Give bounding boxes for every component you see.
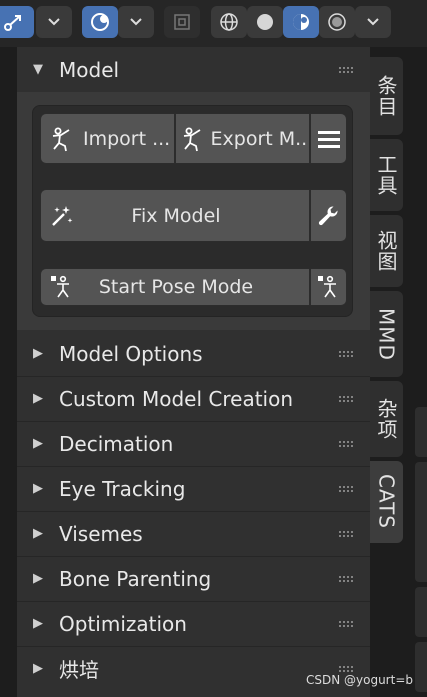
solid-shading-button[interactable] — [247, 6, 283, 38]
section-label: Eye Tracking — [59, 476, 186, 501]
mode-dropdown[interactable] — [36, 6, 72, 38]
start-pose-mode-button[interactable]: Start Pose Mode — [40, 268, 310, 306]
drag-grip-icon[interactable] — [338, 440, 354, 448]
export-model-button[interactable]: Export M... — [175, 113, 310, 164]
start-pose-mode-label: Start Pose Mode — [98, 276, 254, 298]
section-bone-parenting[interactable]: ▶ Bone Parenting — [17, 556, 370, 601]
cats-sidebar-panel: ▼ Model Import ... Export M... Fix Model… — [17, 47, 370, 697]
expand-arrow-right-icon: ▶ — [33, 661, 43, 676]
xray-icon — [174, 14, 190, 30]
tab-view[interactable]: 视图 — [370, 215, 403, 287]
import-model-button[interactable]: Import ... — [40, 113, 175, 164]
drag-grip-icon[interactable] — [338, 620, 354, 628]
viewport-right-edge — [408, 47, 427, 697]
tab-label: 杂项 — [374, 398, 398, 440]
solid-sphere-icon — [257, 14, 273, 30]
expand-arrow-right-icon: ▶ — [33, 346, 43, 361]
collapse-arrow-down-icon: ▼ — [33, 62, 43, 77]
overlay-toggle-button[interactable] — [82, 6, 118, 38]
section-label: Optimization — [59, 611, 187, 636]
drag-grip-icon[interactable] — [338, 575, 354, 583]
drag-grip-icon[interactable] — [338, 395, 354, 403]
model-panel-title: Model — [59, 57, 120, 82]
model-panel-header[interactable]: ▼ Model — [17, 47, 370, 92]
section-label: Decimation — [59, 431, 174, 456]
drag-grip-icon[interactable] — [338, 530, 354, 538]
tab-label: MMD — [374, 307, 399, 361]
side-region-edge — [415, 462, 427, 582]
sidebar-tabs: 条目 工具 视图 MMD 杂项 CATS — [370, 47, 408, 697]
chevron-down-icon — [367, 18, 379, 26]
bone-mode-button[interactable] — [0, 6, 34, 38]
drag-grip-icon[interactable] — [338, 665, 354, 673]
chevron-down-icon — [130, 18, 142, 26]
fix-model-label: Fix Model — [131, 204, 221, 227]
tab-label: 视图 — [374, 230, 398, 272]
tab-mmd[interactable]: MMD — [370, 291, 403, 377]
tab-misc[interactable]: 杂项 — [370, 381, 403, 457]
wrench-icon — [318, 205, 338, 225]
tab-label: CATS — [374, 474, 399, 530]
rendered-shading-button[interactable] — [319, 6, 355, 38]
section-eye-tracking[interactable]: ▶ Eye Tracking — [17, 466, 370, 511]
tab-label: 工具 — [374, 154, 398, 196]
viewport-header — [0, 0, 427, 47]
expand-arrow-right-icon: ▶ — [33, 526, 43, 541]
pose-mode-icon — [317, 275, 336, 298]
fix-model-button[interactable]: Fix Model — [40, 189, 310, 242]
section-custom-model-creation[interactable]: ▶ Custom Model Creation — [17, 376, 370, 421]
import-label: Import ... — [83, 127, 171, 150]
watermark-text: CSDN @yogurt=b — [305, 673, 413, 687]
material-preview-button[interactable] — [283, 6, 319, 38]
tab-label: 条目 — [374, 75, 398, 117]
model-button-box: Import ... Export M... Fix Model Start P… — [32, 105, 353, 317]
viewport-edge — [0, 47, 17, 697]
overlay-icon — [91, 13, 109, 31]
side-region-edge — [415, 587, 427, 637]
section-label: 烘培 — [59, 658, 99, 682]
armature-icon — [4, 15, 21, 31]
rendered-sphere-icon — [328, 13, 346, 31]
section-decimation[interactable]: ▶ Decimation — [17, 421, 370, 466]
chevron-down-icon — [48, 18, 60, 26]
expand-arrow-right-icon: ▶ — [33, 481, 43, 496]
tab-item[interactable]: 条目 — [370, 57, 403, 135]
fix-model-settings-button[interactable] — [310, 189, 347, 242]
expand-arrow-right-icon: ▶ — [33, 391, 43, 406]
expand-arrow-right-icon: ▶ — [33, 571, 43, 586]
section-optimization[interactable]: ▶ Optimization — [17, 601, 370, 646]
pose-mode-extra-button[interactable] — [310, 268, 347, 306]
side-region-edge — [415, 407, 427, 457]
hamburger-menu-icon — [317, 130, 340, 148]
drag-grip-icon[interactable] — [338, 350, 354, 358]
section-label: Custom Model Creation — [59, 386, 294, 411]
armature-pose-icon — [41, 126, 83, 152]
section-model-options[interactable]: ▶ Model Options — [17, 331, 370, 376]
tab-cats[interactable]: CATS — [370, 461, 403, 543]
shading-dropdown[interactable] — [355, 6, 391, 38]
drag-grip-icon[interactable] — [338, 485, 354, 493]
expand-arrow-right-icon: ▶ — [33, 436, 43, 451]
wireframe-sphere-icon — [220, 13, 238, 31]
wireframe-shading-button[interactable] — [211, 6, 247, 38]
export-label: Export M... — [210, 127, 309, 150]
drag-grip-icon[interactable] — [338, 66, 354, 74]
model-panel-body: Import ... Export M... Fix Model Start P… — [17, 92, 370, 330]
section-label: Model Options — [59, 341, 203, 366]
tab-tool[interactable]: 工具 — [370, 139, 403, 211]
section-label: Visemes — [59, 521, 143, 546]
xray-toggle-button[interactable] — [164, 6, 200, 38]
side-region-edge — [415, 642, 427, 692]
section-label: Bone Parenting — [59, 566, 212, 591]
section-visemes[interactable]: ▶ Visemes — [17, 511, 370, 556]
expand-arrow-right-icon: ▶ — [33, 616, 43, 631]
model-menu-button[interactable] — [310, 113, 347, 164]
armature-pose-icon — [176, 126, 211, 152]
overlay-dropdown[interactable] — [118, 6, 154, 38]
material-sphere-icon — [293, 14, 309, 30]
